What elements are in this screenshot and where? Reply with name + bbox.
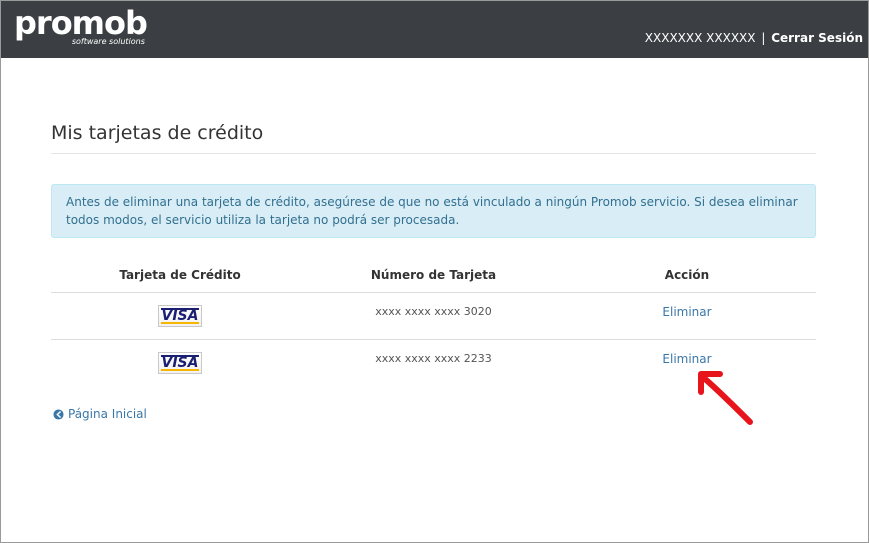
visa-card-icon: VISA — [158, 305, 202, 327]
table-row: VISA xxxx xxxx xxxx 3020 Eliminar — [51, 292, 816, 340]
column-header-card: Tarjeta de Crédito — [51, 258, 309, 293]
circle-arrow-left-icon — [53, 408, 64, 420]
user-name: XXXXXXX XXXXXX — [644, 31, 756, 45]
home-page-link[interactable]: Página Inicial — [53, 407, 147, 421]
card-number-cell: xxxx xxxx xxxx 2233 — [309, 340, 558, 387]
column-header-number: Número de Tarjeta — [309, 258, 558, 293]
header-separator: | — [761, 31, 766, 45]
card-number: xxxx xxxx xxxx 2233 — [375, 352, 492, 365]
page-title: Mis tarjetas de crédito — [51, 122, 264, 144]
delete-card-link[interactable]: Eliminar — [662, 305, 711, 319]
top-header: promob software solutions XXXXXXX XXXXXX… — [0, 0, 869, 58]
card-action-cell: Eliminar — [558, 292, 816, 340]
card-brand-cell: VISA — [51, 292, 309, 340]
visa-card-icon: VISA — [158, 352, 202, 374]
card-action-cell: Eliminar — [558, 340, 816, 387]
title-divider — [51, 153, 816, 154]
table-header-row: Tarjeta de Crédito Número de Tarjeta Acc… — [51, 258, 816, 293]
logo-wordmark: promob — [14, 4, 148, 42]
user-area: XXXXXXX XXXXXX | Cerrar Sesión — [645, 31, 863, 45]
card-number: xxxx xxxx xxxx 3020 — [375, 305, 492, 318]
card-number-cell: xxxx xxxx xxxx 3020 — [309, 292, 558, 340]
info-alert: Antes de eliminar una tarjeta de crédito… — [51, 184, 816, 238]
red-arrow-icon — [698, 371, 753, 425]
column-header-action: Acción — [558, 258, 816, 293]
logout-link[interactable]: Cerrar Sesión — [771, 31, 863, 45]
home-link-label: Página Inicial — [68, 407, 147, 421]
card-brand-cell: VISA — [51, 340, 309, 387]
promob-logo[interactable]: promob software solutions — [14, 4, 148, 46]
